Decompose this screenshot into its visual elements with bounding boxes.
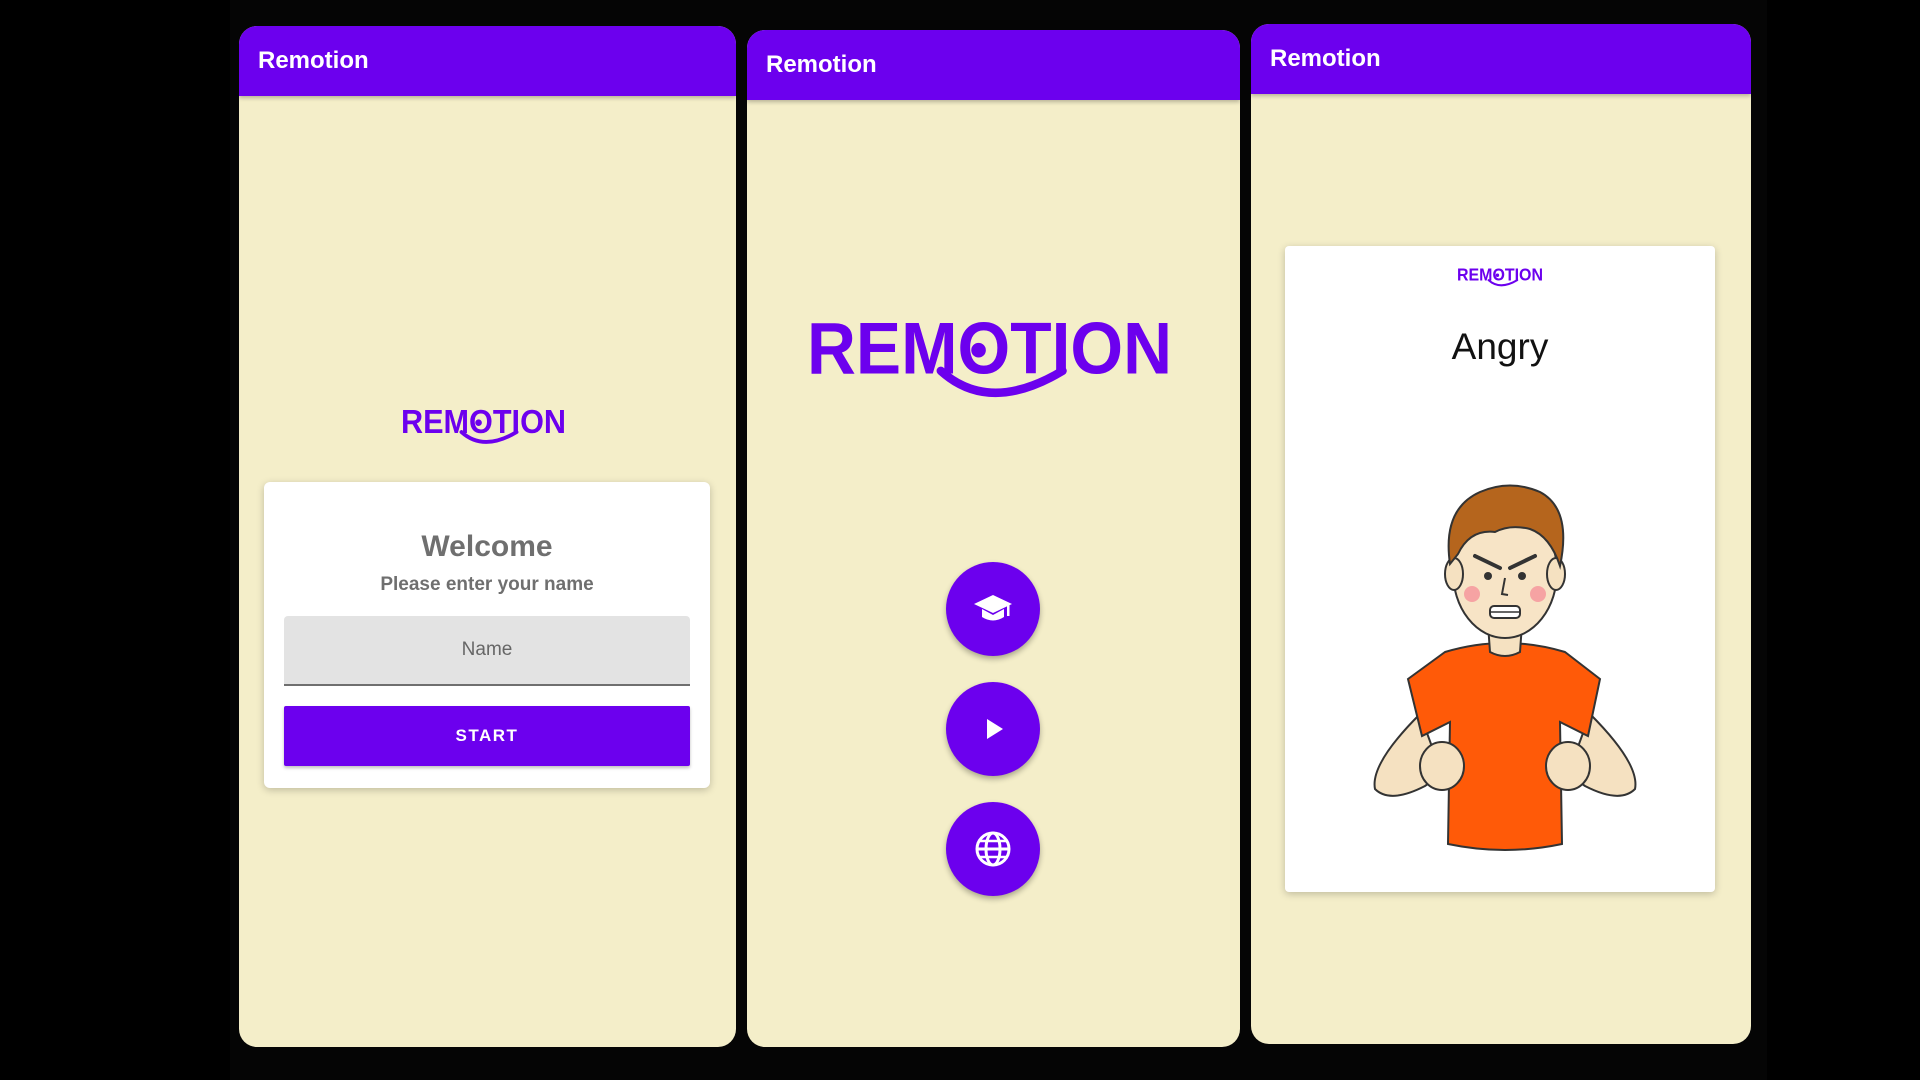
svg-text:REMOTION: REMOTION: [401, 403, 566, 440]
play-button[interactable]: [946, 682, 1040, 776]
play-icon: [978, 714, 1008, 744]
name-input[interactable]: [284, 616, 690, 686]
emotion-screen: Remotion REMOTION REMOTION Angry: [1251, 24, 1751, 1044]
angry-boy-illustration: [1350, 474, 1660, 874]
welcome-card: Welcome Please enter your name START: [264, 482, 710, 788]
app-bar-title: Remotion: [766, 51, 877, 78]
start-button[interactable]: START: [284, 706, 690, 766]
graduation-cap-icon: [973, 592, 1013, 626]
screenshot-stage: Remotion REMOTION REMOTION Welcome Pleas…: [0, 0, 1920, 1080]
app-bar-title: Remotion: [1270, 45, 1381, 72]
remotion-logo: REMOTION REMOTION: [807, 300, 1172, 415]
welcome-subtitle: Please enter your name: [380, 574, 594, 595]
remotion-logo: REMOTION REMOTION: [401, 396, 566, 456]
language-button[interactable]: [946, 802, 1040, 896]
globe-icon: [973, 829, 1013, 869]
emotion-card[interactable]: REMOTION REMOTION Angry: [1285, 246, 1715, 892]
app-bar: Remotion: [239, 26, 736, 96]
welcome-title: Welcome: [421, 530, 553, 563]
emotion-label: Angry: [1451, 326, 1549, 367]
menu-screen: Remotion REMOTION REMOTION: [747, 30, 1240, 1047]
learn-button[interactable]: [946, 562, 1040, 656]
svg-text:REMOTION: REMOTION: [807, 308, 1172, 389]
app-bar: Remotion: [1251, 24, 1751, 94]
app-bar-title: Remotion: [258, 47, 369, 74]
app-bar: Remotion: [747, 30, 1240, 100]
welcome-screen: Remotion REMOTION REMOTION Welcome Pleas…: [239, 26, 736, 1047]
remotion-logo: REMOTION REMOTION: [1457, 264, 1543, 290]
svg-text:REMOTION: REMOTION: [1457, 265, 1543, 285]
